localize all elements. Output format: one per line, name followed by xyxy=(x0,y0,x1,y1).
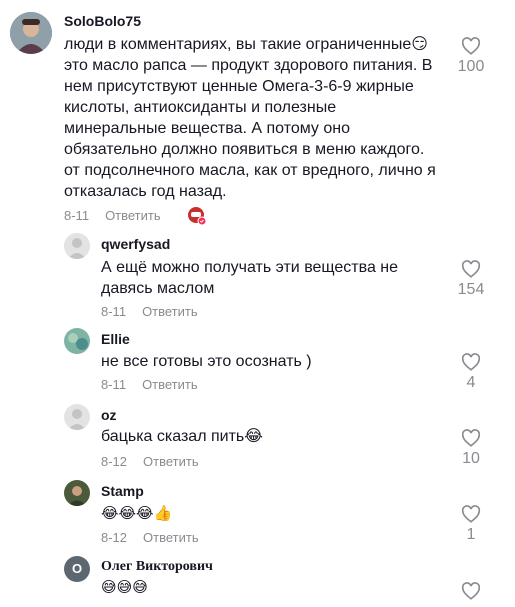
username[interactable]: SoloBolo75 xyxy=(64,13,141,29)
comment-meta: 8-11 Ответить xyxy=(101,304,198,319)
username[interactable]: Олег Викторович xyxy=(101,559,213,575)
like-button[interactable]: 4 xyxy=(441,353,501,392)
avatar[interactable]: О xyxy=(64,556,90,582)
like-button[interactable]: 154 xyxy=(441,260,501,299)
heart-outline-icon xyxy=(461,582,481,600)
comment-text: не все готовы это осознать ) xyxy=(101,353,312,370)
like-count: 100 xyxy=(457,58,485,75)
avatar-letter: О xyxy=(71,561,83,576)
reply-button[interactable]: Ответить xyxy=(142,377,198,392)
heart-outline-icon xyxy=(461,260,481,278)
username[interactable]: oz xyxy=(101,407,117,423)
like-count: 1 xyxy=(466,526,476,543)
heart-outline-icon xyxy=(461,37,481,55)
comment-item: Ellie не все готовы это осознать ) 8-11 О… xyxy=(0,325,515,400)
comment-item: Stamp 😂😂😂👍 8-12 Ответить 1 xyxy=(0,477,515,552)
reply-button[interactable]: Ответить xyxy=(143,530,199,545)
comment-item: О Олег Викторович 😅😅😅 xyxy=(0,553,515,607)
comment-date: 8-11 xyxy=(101,304,127,319)
comment-text: 😂😂😂👍 xyxy=(101,504,173,522)
like-count: 4 xyxy=(466,374,476,391)
avatar[interactable] xyxy=(64,480,90,506)
like-button[interactable]: 100 xyxy=(441,37,501,76)
comment-meta: 8-12 Ответить xyxy=(101,454,199,469)
comment-date: 8-11 xyxy=(64,208,90,223)
comment-date: 8-12 xyxy=(101,530,128,545)
heart-outline-icon xyxy=(461,353,481,371)
comment-meta: 8-11 Ответить xyxy=(64,208,161,223)
comment-date: 8-11 xyxy=(101,377,127,392)
like-button[interactable]: 1 xyxy=(441,505,501,544)
username[interactable]: qwerfysad xyxy=(101,236,170,252)
heart-outline-icon xyxy=(461,505,481,523)
comment-text: люди в комментариях, вы такие ограниченн… xyxy=(64,36,436,200)
comment-text: бацька сказал пить😂 xyxy=(101,428,263,445)
comment-text: А ещё можно получать эти вещества не дав… xyxy=(101,259,399,297)
comment-text: 😅😅😅 xyxy=(101,578,148,596)
username[interactable]: Ellie xyxy=(101,331,130,347)
comment-item: qwerfysad А ещё можно получать эти вещес… xyxy=(0,230,515,322)
comment-date: 8-12 xyxy=(101,454,128,469)
comment-item: SoloBolo75 люди в комментариях, вы такие… xyxy=(0,0,515,230)
comment-item: oz бацька сказал пить😂 8-12 Ответить 10 xyxy=(0,401,515,476)
reply-button[interactable]: Ответить xyxy=(143,454,199,469)
like-button[interactable] xyxy=(441,582,501,603)
like-button[interactable]: 10 xyxy=(441,429,501,468)
username[interactable]: Stamp xyxy=(101,483,144,499)
reply-button[interactable]: Ответить xyxy=(105,208,161,223)
reply-button[interactable]: Ответить xyxy=(142,304,198,319)
comment-meta: 8-11 Ответить xyxy=(101,377,198,392)
avatar[interactable] xyxy=(64,233,90,259)
creator-liked-icon xyxy=(187,206,207,226)
heart-outline-icon xyxy=(461,429,481,447)
avatar[interactable] xyxy=(10,12,52,54)
avatar[interactable] xyxy=(64,404,90,430)
avatar[interactable] xyxy=(64,328,90,354)
like-count: 10 xyxy=(462,450,480,467)
comment-meta: 8-12 Ответить xyxy=(101,530,199,545)
like-count: 154 xyxy=(457,281,485,298)
